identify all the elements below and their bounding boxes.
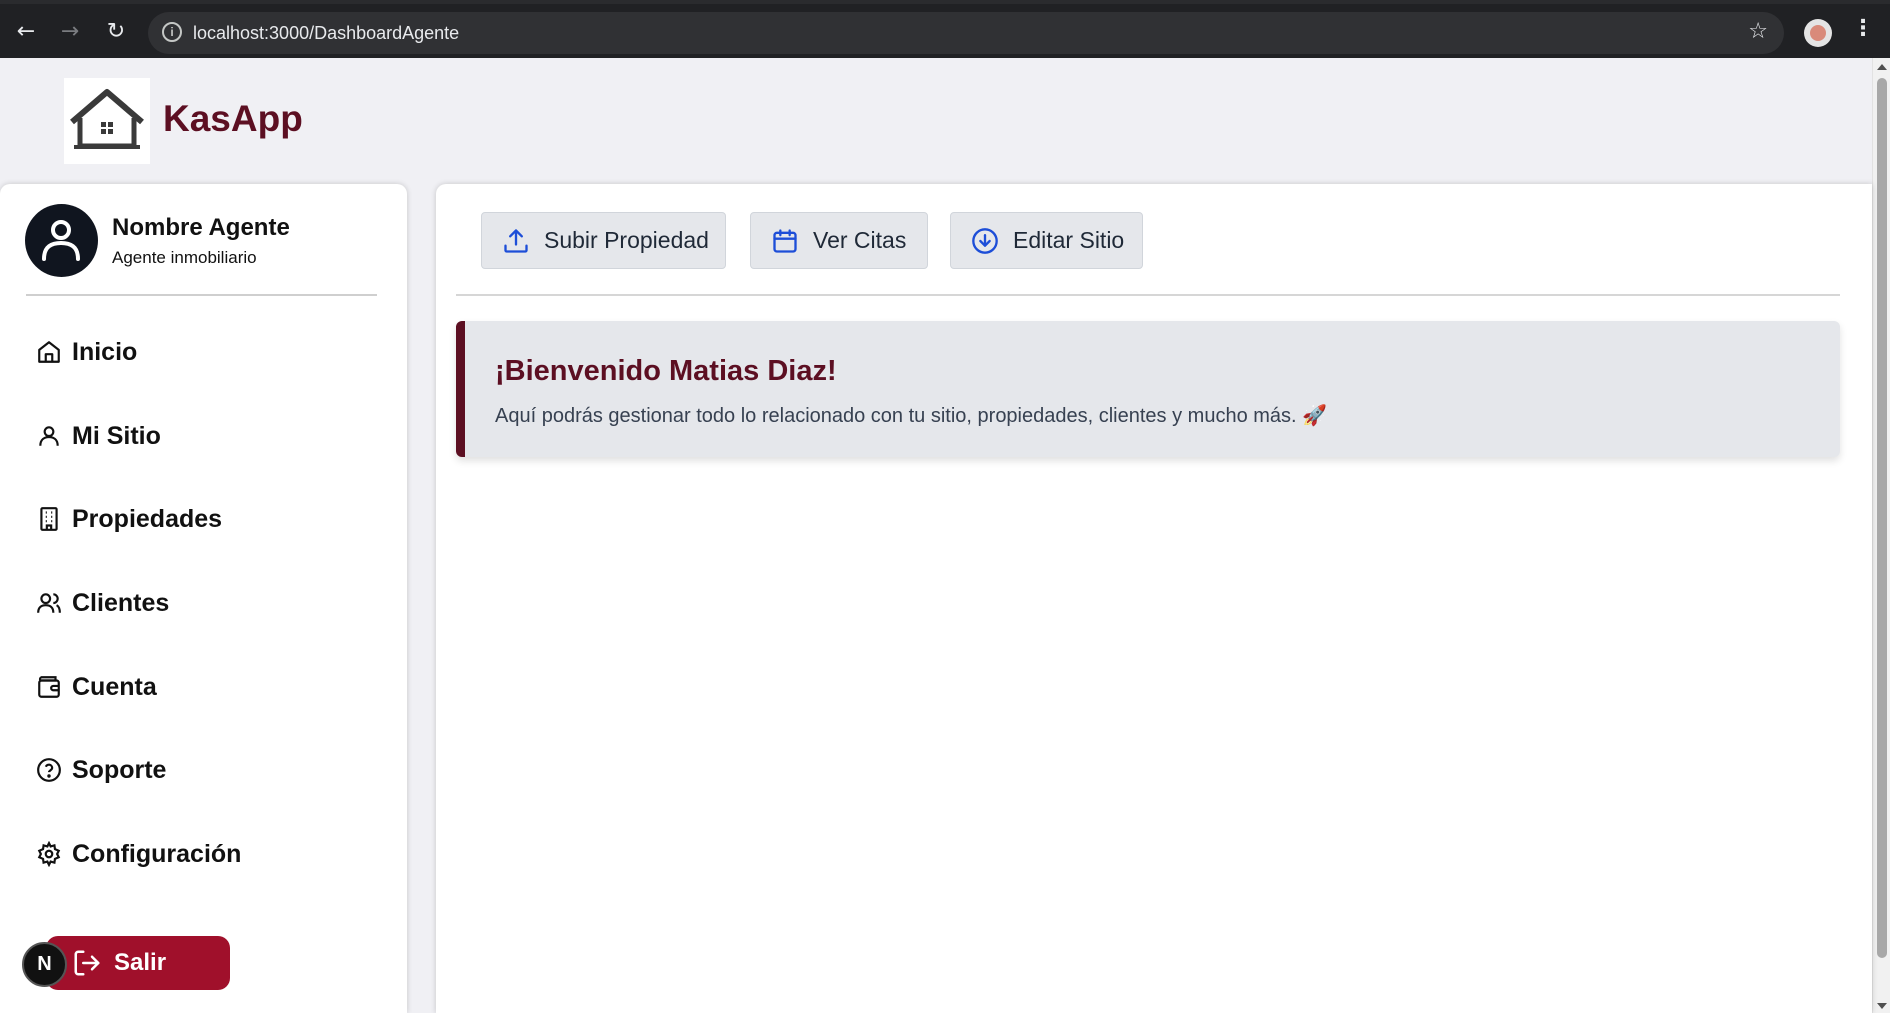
sidebar-item-label: Propiedades (72, 504, 223, 533)
sidebar-item-cuenta[interactable]: Cuenta (36, 667, 376, 707)
welcome-text: Aquí podrás gestionar todo lo relacionad… (495, 405, 1328, 427)
user-icon (36, 423, 62, 449)
agent-role: Agente inmobiliario (112, 248, 257, 267)
logout-label: Salir (114, 949, 167, 976)
view-appointments-label: Ver Citas (813, 227, 907, 253)
arrow-down-circle-icon (971, 227, 999, 255)
reload-icon[interactable]: ↻ (102, 18, 130, 46)
welcome-title: ¡Bienvenido Matias Diaz! (495, 355, 837, 387)
sidebar-item-propiedades[interactable]: Propiedades (36, 499, 376, 539)
back-icon[interactable]: ← (12, 18, 40, 46)
sidebar-item-label: Soporte (72, 755, 167, 784)
upload-property-button[interactable]: Subir Propiedad (481, 212, 726, 269)
sidebar-item-configuracion[interactable]: Configuración (36, 834, 376, 874)
calendar-icon (771, 227, 799, 255)
welcome-card: ¡Bienvenido Matias Diaz! Aquí podrás ges… (456, 321, 1840, 457)
sidebar-divider (26, 294, 377, 296)
url-text[interactable]: localhost:3000/DashboardAgente (193, 23, 459, 44)
bookmark-star-icon[interactable]: ☆ (1748, 19, 1768, 44)
logout-icon (72, 948, 102, 978)
scroll-up-icon[interactable] (1877, 64, 1887, 70)
browser-menu-icon[interactable]: ⋮ (1852, 16, 1874, 41)
sidebar-item-label: Mi Sitio (72, 421, 161, 450)
sidebar-item-label: Inicio (72, 337, 138, 366)
sidebar-item-clientes[interactable]: Clientes (36, 583, 376, 623)
main-divider (456, 294, 1840, 296)
logout-button[interactable]: Salir (46, 936, 230, 990)
site-info-icon[interactable]: i (162, 22, 182, 42)
home-icon (36, 339, 62, 365)
browser-toolbar: ← → ↻ i localhost:3000/DashboardAgente ☆… (0, 0, 1890, 58)
users-icon (36, 590, 62, 616)
brand-name[interactable]: KasApp (163, 98, 303, 140)
view-appointments-button[interactable]: Ver Citas (750, 212, 928, 269)
main-panel: Subir Propiedad Ver Citas Editar Sitio ¡… (436, 184, 1872, 1013)
sidebar-item-label: Cuenta (72, 672, 157, 701)
sidebar: Nombre Agente Agente inmobiliario Inicio… (0, 184, 407, 1013)
building-icon (36, 506, 62, 532)
help-circle-icon (36, 757, 62, 783)
forward-icon[interactable]: → (56, 18, 84, 46)
nextjs-dev-badge[interactable]: N (22, 942, 67, 987)
page-scrollbar[interactable] (1872, 58, 1890, 1013)
edit-site-label: Editar Sitio (1013, 227, 1125, 253)
sidebar-item-soporte[interactable]: Soporte (36, 750, 376, 790)
app-header: KasApp (0, 58, 1872, 182)
address-bar[interactable]: i localhost:3000/DashboardAgente ☆ (148, 12, 1784, 54)
wallet-icon (36, 674, 62, 700)
sidebar-item-mi-sitio[interactable]: Mi Sitio (36, 416, 376, 456)
house-logo-icon[interactable] (64, 78, 150, 164)
sidebar-item-label: Clientes (72, 588, 170, 617)
scrollbar-thumb[interactable] (1877, 78, 1887, 958)
sidebar-item-inicio[interactable]: Inicio (36, 332, 376, 372)
gear-icon (36, 841, 62, 867)
scroll-down-icon[interactable] (1877, 1003, 1887, 1009)
agent-name: Nombre Agente (112, 214, 290, 241)
sidebar-item-label: Configuración (72, 839, 242, 868)
upload-property-label: Subir Propiedad (544, 227, 709, 253)
upload-icon (502, 227, 530, 255)
edit-site-button[interactable]: Editar Sitio (950, 212, 1143, 269)
agent-avatar-icon (25, 204, 98, 277)
profile-avatar-icon[interactable] (1804, 19, 1832, 47)
